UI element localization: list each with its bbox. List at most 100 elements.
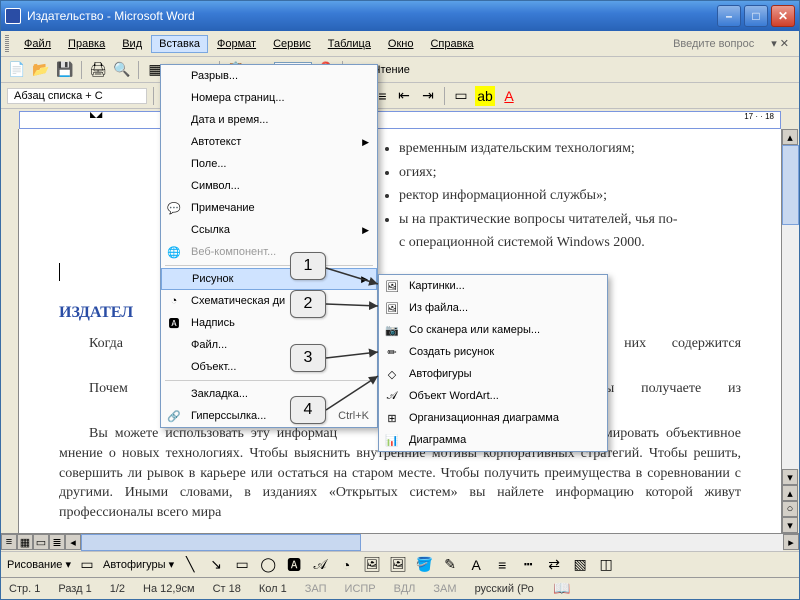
menu-view[interactable]: Вид (114, 35, 150, 53)
read-label[interactable]: Чтение (373, 64, 410, 76)
menu-break[interactable]: Разрыв... (161, 65, 377, 87)
submenu-scanner[interactable]: 📷Со сканера или камеры... (379, 319, 607, 341)
menu-insert[interactable]: Вставка (151, 35, 208, 53)
horizontal-scrollbar[interactable]: ≡ ▦ ▭ ≣ ◂ ▸ (1, 533, 799, 551)
submenu-chart[interactable]: 📊Диаграмма (379, 429, 607, 451)
callout-arrows (326, 260, 386, 430)
submenu-clipart[interactable]: 🖼Картинки... (379, 275, 607, 297)
new-icon[interactable]: 📄 (7, 60, 27, 80)
menu-autotext[interactable]: Автотекст▶ (161, 131, 377, 153)
callout-4: 4 (290, 396, 326, 424)
style-combo[interactable]: Абзац списка + С (7, 88, 147, 104)
preview-icon[interactable]: 🔍 (112, 60, 132, 80)
drawing-menu[interactable]: Рисование ▾ (7, 558, 71, 571)
status-section: Разд 1 (58, 583, 91, 595)
menu-reference[interactable]: Ссылка▶ (161, 219, 377, 241)
submenu-wordart[interactable]: 𝒜Объект WordArt... (379, 385, 607, 407)
highlight-icon[interactable]: ab (475, 86, 495, 106)
menu-tools[interactable]: Сервис (265, 35, 319, 53)
browse-prev-icon[interactable]: ▴ (782, 485, 798, 501)
fill-icon[interactable]: 🪣 (414, 555, 434, 575)
menu-date-time[interactable]: Дата и время... (161, 109, 377, 131)
indent-icon[interactable]: ⇥ (418, 86, 438, 106)
menu-field[interactable]: Поле... (161, 153, 377, 175)
scroll-left-icon[interactable]: ◂ (65, 534, 81, 550)
oval-icon[interactable]: ◯ (258, 555, 278, 575)
web-icon: 🌐 (165, 243, 183, 261)
dash-icon[interactable]: ┅ (518, 555, 538, 575)
status-lang: русский (Ро (475, 583, 534, 595)
status-pages: 1/2 (110, 583, 125, 595)
vertical-scrollbar[interactable]: ▴ ▾ ▴ ○ ▾ (781, 129, 799, 533)
autoshapes-menu[interactable]: Автофигуры ▾ (103, 558, 174, 571)
menu-comment[interactable]: 💬Примечание (161, 197, 377, 219)
ask-box[interactable]: Введите вопрос (673, 38, 764, 50)
diagram-icon[interactable]: ◔ (336, 555, 356, 575)
submenu-orgchart[interactable]: ⊞Организационная диаграмма (379, 407, 607, 429)
font-color-icon[interactable]: А (499, 86, 519, 106)
select-icon[interactable]: ▭ (77, 555, 97, 575)
menu-format[interactable]: Формат (209, 35, 264, 53)
menu-table[interactable]: Таблица (320, 35, 379, 53)
menu-help[interactable]: Справка (422, 35, 481, 53)
shadow-icon[interactable]: ▧ (570, 555, 590, 575)
browse-select-icon[interactable]: ○ (782, 501, 798, 517)
menu-dropdown-icon[interactable]: ▾ ✕ (765, 37, 795, 50)
close-button[interactable]: ✕ (771, 5, 795, 27)
arrow-icon[interactable]: ↘ (206, 555, 226, 575)
3d-icon[interactable]: ◫ (596, 555, 616, 575)
picture-icon[interactable]: 🖼 (388, 555, 408, 575)
view-normal-icon[interactable]: ≡ (1, 534, 17, 550)
textbox-icon: 🅰 (165, 314, 183, 332)
lineweight-icon[interactable]: ≡ (492, 555, 512, 575)
maximize-button[interactable]: □ (744, 5, 768, 27)
callout-2: 2 (290, 290, 326, 318)
view-print-icon[interactable]: ▭ (33, 534, 49, 550)
wordart-icon[interactable]: 𝒜 (310, 555, 330, 575)
scroll-thumb[interactable] (782, 145, 799, 225)
submenu-from-file[interactable]: 🖼Из файла... (379, 297, 607, 319)
spellcheck-icon[interactable]: 📖 (552, 579, 572, 599)
open-icon[interactable]: 📂 (31, 60, 51, 80)
submenu-autoshapes[interactable]: ◇Автофигуры (379, 363, 607, 385)
statusbar: Стр. 1 Разд 1 1/2 На 12,9см Ст 18 Кол 1 … (1, 577, 799, 599)
line-icon[interactable]: ╲ (180, 555, 200, 575)
view-outline-icon[interactable]: ≣ (49, 534, 65, 550)
standard-toolbar: 📄 📂 💾 🖨 🔍 ▦ ▥ ✏ 📋 ¶ 100% ❓ 📖 Чтение (1, 57, 799, 83)
print-icon[interactable]: 🖨 (88, 60, 108, 80)
save-icon[interactable]: 💾 (55, 60, 75, 80)
bullet-item: огиях; (399, 163, 741, 183)
ruler[interactable]: ◣◢ 17 · · 18 (19, 111, 781, 129)
scroll-up-icon[interactable]: ▴ (782, 129, 798, 145)
menu-file[interactable]: Файл (16, 35, 59, 53)
left-gutter (1, 129, 19, 533)
border-icon[interactable]: ▭ (451, 86, 471, 106)
callout-1: 1 (290, 252, 326, 280)
browse-next-icon[interactable]: ▾ (782, 517, 798, 533)
grip-icon (5, 35, 9, 53)
picture-submenu: 🖼Картинки... 🖼Из файла... 📷Со сканера ил… (378, 274, 608, 452)
status-col: Кол 1 (259, 583, 287, 595)
submenu-new-drawing[interactable]: ✏Создать рисунок (379, 341, 607, 363)
clipart-icon[interactable]: 🖼 (362, 555, 382, 575)
menu-edit[interactable]: Правка (60, 35, 113, 53)
arrowstyle-icon[interactable]: ⇄ (544, 555, 564, 575)
linecolor-icon[interactable]: ✎ (440, 555, 460, 575)
minimize-button[interactable]: – (717, 5, 741, 27)
scroll-down-icon[interactable]: ▾ (782, 469, 798, 485)
app-icon (5, 8, 21, 24)
rect-icon[interactable]: ▭ (232, 555, 252, 575)
drawing-toolbar: Рисование ▾ ▭ Автофигуры ▾ ╲ ↘ ▭ ◯ 🅰 𝒜 ◔… (1, 551, 799, 577)
menu-symbol[interactable]: Символ... (161, 175, 377, 197)
view-web-icon[interactable]: ▦ (17, 534, 33, 550)
callout-3: 3 (290, 344, 326, 372)
hscroll-thumb[interactable] (81, 534, 361, 551)
status-trk: ИСПР (345, 583, 376, 595)
fontcolor-icon[interactable]: А (466, 555, 486, 575)
outdent-icon[interactable]: ⇤ (394, 86, 414, 106)
menu-window[interactable]: Окно (380, 35, 422, 53)
menu-page-numbers[interactable]: Номера страниц... (161, 87, 377, 109)
textbox-icon[interactable]: 🅰 (284, 555, 304, 575)
scroll-right-icon[interactable]: ▸ (783, 534, 799, 550)
status-page: Стр. 1 (9, 583, 40, 595)
